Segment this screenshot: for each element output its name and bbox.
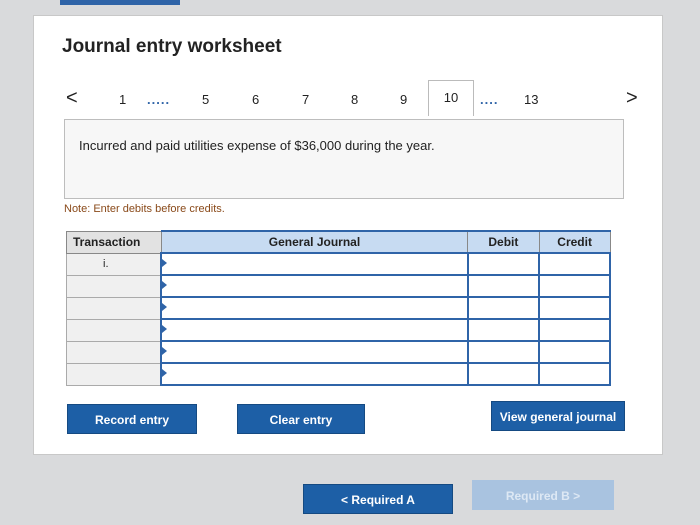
- account-input[interactable]: [160, 340, 469, 364]
- next-arrow-icon[interactable]: >: [626, 87, 638, 110]
- entry-pager: < 1 ..... 5 6 7 8 9 10 .... 13 >: [54, 80, 654, 120]
- transaction-cell: [66, 362, 162, 386]
- page-13[interactable]: 13: [524, 92, 538, 107]
- transaction-description: Incurred and paid utilities expense of $…: [64, 119, 624, 199]
- journal-table: Transaction General Journal Debit Credit…: [66, 230, 611, 386]
- worksheet-panel: Journal entry worksheet < 1 ..... 5 6 7 …: [33, 15, 663, 455]
- page-7[interactable]: 7: [302, 92, 309, 107]
- debit-input[interactable]: [466, 340, 541, 364]
- account-input[interactable]: [160, 252, 469, 276]
- table-row: [66, 318, 611, 342]
- transaction-cell: [66, 318, 162, 342]
- debit-input[interactable]: [466, 318, 541, 342]
- page-9[interactable]: 9: [400, 92, 407, 107]
- account-input[interactable]: [160, 296, 469, 320]
- account-input[interactable]: [160, 274, 469, 298]
- transaction-cell: [66, 296, 162, 320]
- credit-input[interactable]: [538, 274, 611, 298]
- page-6[interactable]: 6: [252, 92, 259, 107]
- page-1[interactable]: 1: [119, 92, 126, 107]
- pager-ellipsis: .....: [147, 92, 171, 107]
- transaction-cell: [66, 274, 162, 298]
- account-input[interactable]: [160, 318, 469, 342]
- top-accent-bar: [60, 0, 180, 5]
- page-10-active[interactable]: 10: [428, 80, 474, 116]
- pager-ellipsis-2: ....: [480, 92, 499, 107]
- page-8[interactable]: 8: [351, 92, 358, 107]
- record-entry-button[interactable]: Record entry: [67, 404, 197, 434]
- page-title: Journal entry worksheet: [62, 36, 282, 57]
- required-b-button[interactable]: Required B >: [472, 480, 614, 510]
- page-5[interactable]: 5: [202, 92, 209, 107]
- debit-input[interactable]: [466, 274, 541, 298]
- clear-entry-button[interactable]: Clear entry: [237, 404, 365, 434]
- required-a-button[interactable]: < Required A: [303, 484, 453, 514]
- view-general-journal-button[interactable]: View general journal: [491, 401, 625, 431]
- table-row: [66, 362, 611, 386]
- header-credit: Credit: [538, 230, 611, 254]
- header-debit: Debit: [467, 230, 540, 254]
- table-row: [66, 340, 611, 364]
- entry-note: Note: Enter debits before credits.: [64, 203, 225, 215]
- transaction-cell: i.: [66, 252, 162, 276]
- prev-arrow-icon[interactable]: <: [66, 87, 78, 110]
- account-input[interactable]: [160, 362, 469, 386]
- credit-input[interactable]: [538, 340, 611, 364]
- table-row: [66, 296, 611, 320]
- debit-input[interactable]: [466, 362, 541, 386]
- credit-input[interactable]: [538, 296, 611, 320]
- header-transaction: Transaction: [66, 230, 162, 254]
- credit-input[interactable]: [538, 318, 611, 342]
- debit-input[interactable]: [466, 296, 541, 320]
- credit-input[interactable]: [538, 252, 611, 276]
- header-general-journal: General Journal: [160, 230, 469, 254]
- transaction-cell: [66, 340, 162, 364]
- table-row: i.: [66, 252, 611, 276]
- debit-input[interactable]: [466, 252, 541, 276]
- credit-input[interactable]: [538, 362, 611, 386]
- table-row: [66, 274, 611, 298]
